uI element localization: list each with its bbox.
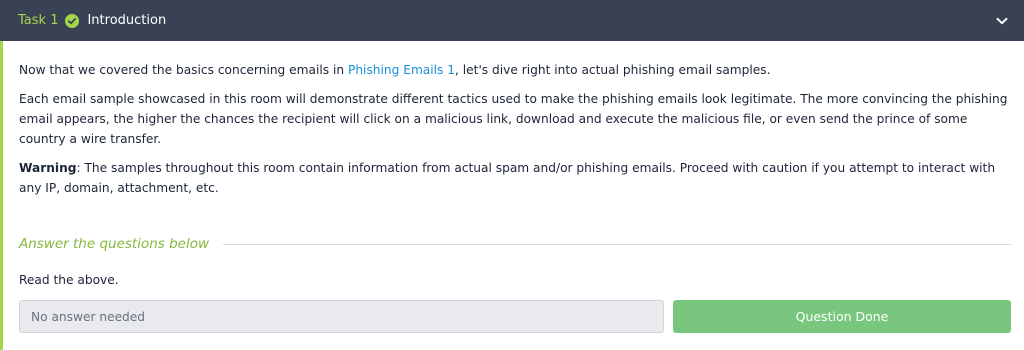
- answer-input[interactable]: [19, 300, 664, 333]
- warning-paragraph: Warning: The samples throughout this roo…: [19, 158, 1011, 198]
- intro-text-end: , let's dive right into actual phishing …: [455, 63, 771, 77]
- tactics-paragraph: Each email sample showcased in this room…: [19, 92, 1008, 146]
- task-content: Now that we covered the basics concernin…: [19, 41, 1011, 198]
- warning-label: Warning: [19, 161, 77, 175]
- intro-text-start: Now that we covered the basics concernin…: [19, 63, 348, 77]
- question-text: Read the above.: [19, 273, 119, 287]
- task-header[interactable]: Task 1 Introduction: [0, 0, 1024, 41]
- check-circle-icon: [65, 13, 80, 28]
- section-divider: [223, 243, 1011, 245]
- warning-text: : The samples throughout this room conta…: [19, 161, 996, 195]
- task-number: Task 1: [18, 13, 59, 28]
- task-card: Task 1 Introduction Now that we covered …: [0, 0, 1024, 350]
- question-done-button[interactable]: Question Done: [673, 300, 1011, 333]
- answer-heading-text: Answer the questions below: [19, 236, 210, 252]
- chevron-down-icon[interactable]: [995, 14, 1009, 28]
- intro-paragraph: Now that we covered the basics concernin…: [19, 60, 1011, 80]
- answer-section-heading: Answer the questions below: [19, 236, 1011, 252]
- phishing-emails-1-link[interactable]: Phishing Emails 1: [348, 63, 455, 77]
- task-title: Introduction: [87, 13, 167, 28]
